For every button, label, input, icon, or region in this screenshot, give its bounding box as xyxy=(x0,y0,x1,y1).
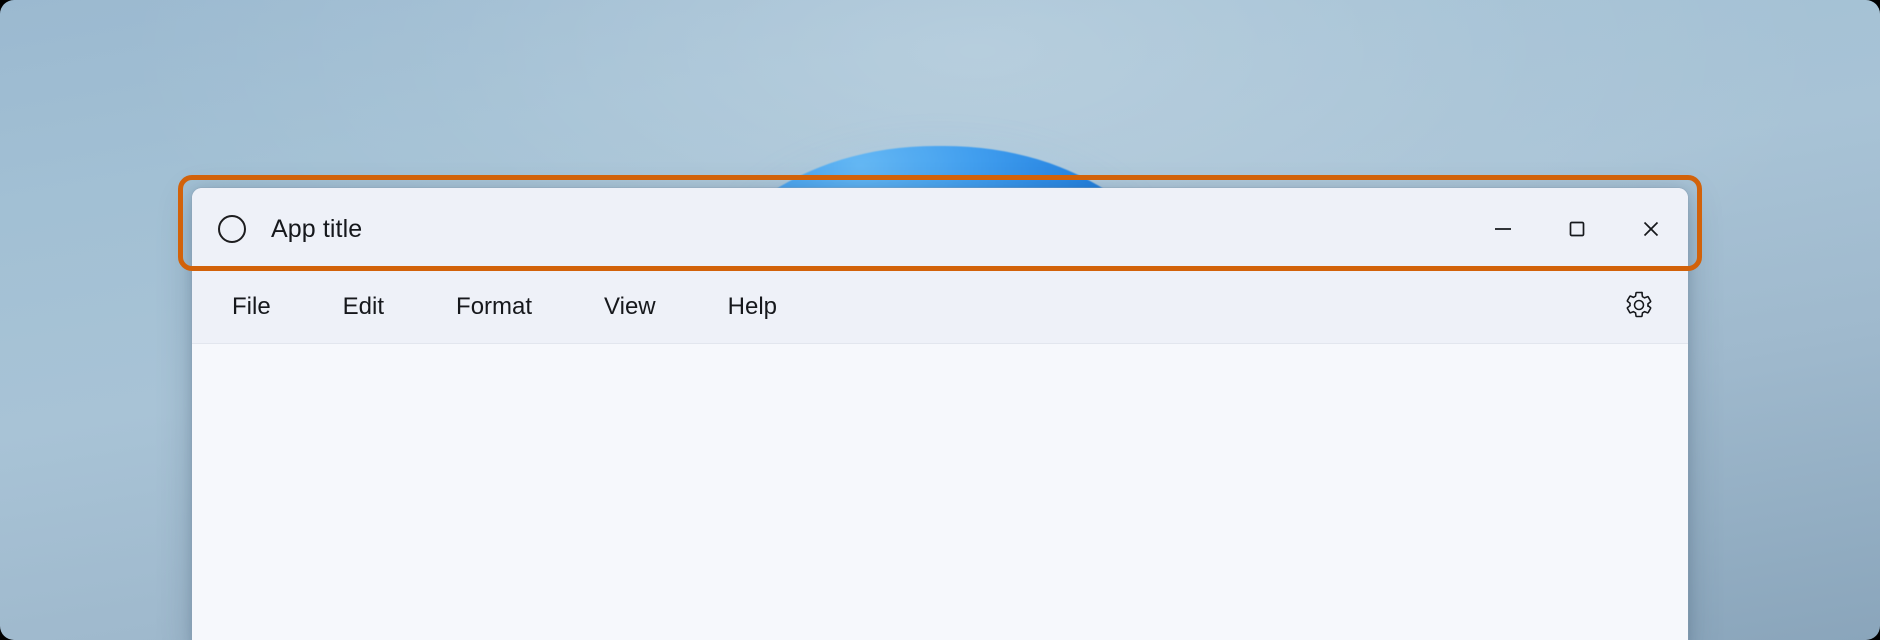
circle-icon xyxy=(218,215,246,243)
window-title: App title xyxy=(271,214,363,243)
menu-item-edit[interactable]: Edit xyxy=(329,287,398,327)
title-bar[interactable]: App title xyxy=(192,188,1688,270)
settings-button[interactable] xyxy=(1616,284,1662,330)
menu-item-file[interactable]: File xyxy=(218,287,285,327)
minimize-icon xyxy=(1491,217,1515,241)
menu-bar: File Edit Format View Help xyxy=(192,270,1688,344)
app-window: App title File Edit Format View Help xyxy=(192,188,1688,640)
close-button[interactable] xyxy=(1614,188,1688,270)
window-controls xyxy=(1466,188,1688,270)
minimize-button[interactable] xyxy=(1466,188,1540,270)
menu-item-help[interactable]: Help xyxy=(714,287,791,327)
desktop: App title File Edit Format View Help xyxy=(0,0,1880,640)
maximize-button[interactable] xyxy=(1540,188,1614,270)
close-icon xyxy=(1639,217,1663,241)
menu-item-view[interactable]: View xyxy=(590,287,670,327)
maximize-icon xyxy=(1565,217,1589,241)
document-content-area[interactable] xyxy=(192,344,1688,640)
menu-item-format[interactable]: Format xyxy=(442,287,546,327)
gear-icon xyxy=(1624,290,1654,323)
